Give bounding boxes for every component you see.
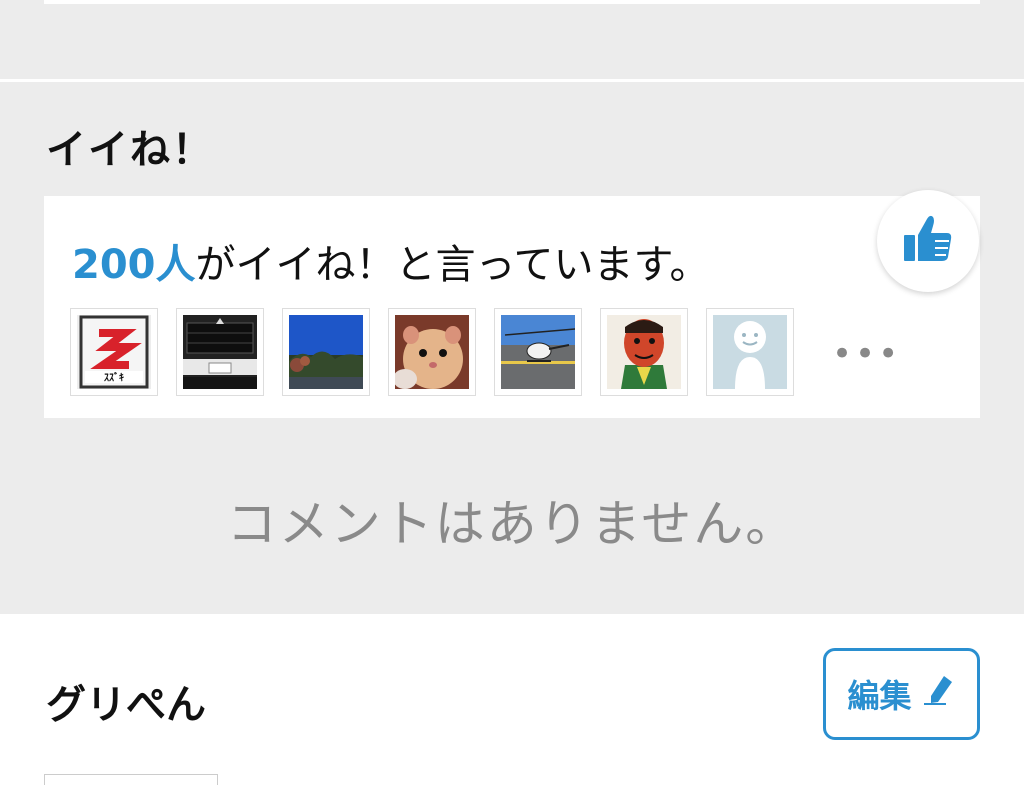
- liker-avatar-landscape[interactable]: [282, 308, 370, 396]
- edit-button-label: 編集: [847, 677, 912, 715]
- edit-button[interactable]: 編集: [823, 648, 980, 740]
- likes-card: 200人がイイね！と言っています。 ｽｽﾞｷ •••: [44, 196, 980, 418]
- no-comments-message: コメントはありません。: [226, 495, 798, 553]
- liker-avatar-truck[interactable]: [176, 308, 264, 396]
- like-button[interactable]: [877, 190, 979, 292]
- profile-panel: グリぺん 編集: [0, 614, 1024, 785]
- liker-avatar-hamster[interactable]: [388, 308, 476, 396]
- next-item-box: [44, 774, 218, 785]
- likes-section-title: イイね！: [46, 127, 214, 173]
- likes-summary-text: がイイね！と言っています。: [195, 242, 710, 288]
- pencil-icon: [922, 673, 956, 715]
- likes-count[interactable]: 200人: [72, 242, 196, 288]
- previous-card: [44, 0, 980, 4]
- liker-avatar-default[interactable]: [706, 308, 794, 396]
- svg-text:ｽｽﾞｷ: ｽｽﾞｷ: [104, 371, 124, 384]
- liker-avatar-helicopter[interactable]: [494, 308, 582, 396]
- more-likers-button[interactable]: •••: [832, 334, 901, 374]
- likes-summary[interactable]: 200人がイイね！と言っています。: [72, 232, 710, 290]
- profile-name: グリぺん: [46, 682, 206, 728]
- thumbs-up-icon: [900, 211, 956, 271]
- liker-avatar-suzuki[interactable]: ｽｽﾞｷ: [70, 308, 158, 396]
- liker-avatar-painted-face[interactable]: [600, 308, 688, 396]
- section-divider: [0, 79, 1024, 82]
